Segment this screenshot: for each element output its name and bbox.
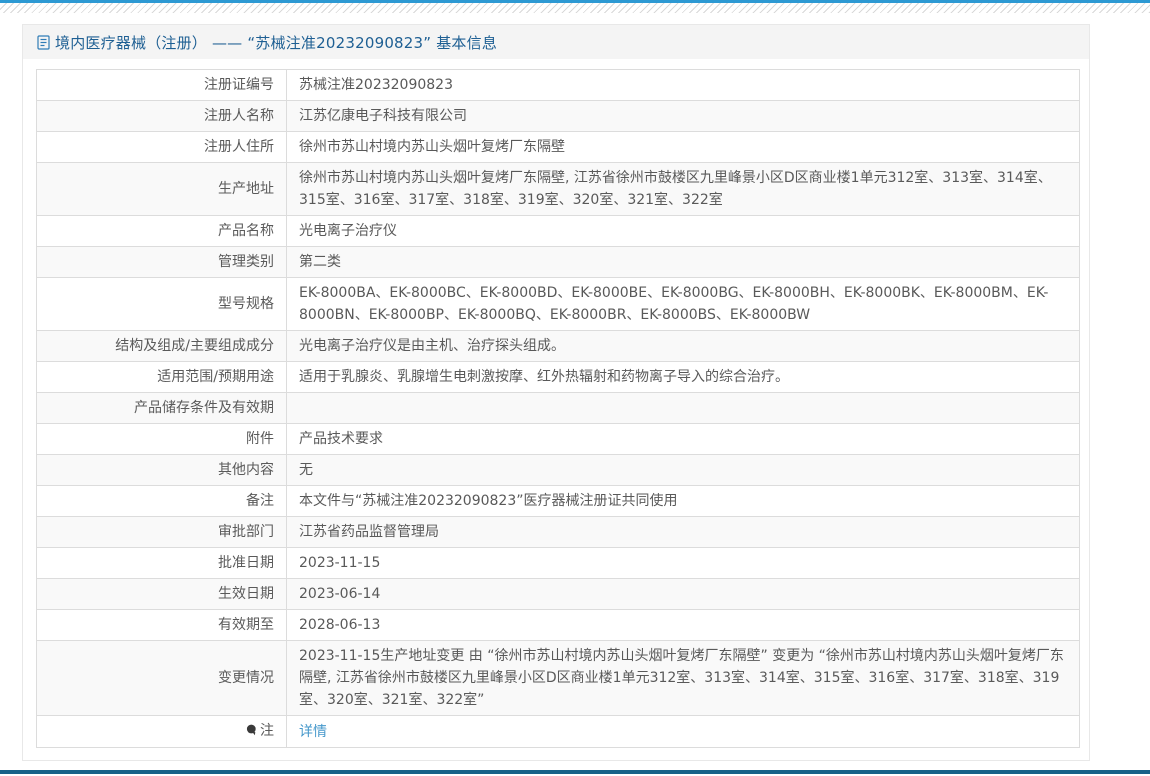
table-row: 产品名称光电离子治疗仪: [37, 216, 1080, 247]
row-label: 结构及组成/主要组成成分: [37, 331, 287, 362]
row-label: 注册证编号: [37, 70, 287, 101]
panel-body: 注册证编号苏械注准20232090823注册人名称江苏亿康电子科技有限公司注册人…: [23, 59, 1089, 760]
row-value: 无: [287, 455, 1080, 486]
table-row: 备注本文件与“苏械注准20232090823”医疗器械注册证共同使用: [37, 486, 1080, 517]
registration-info-panel: 境内医疗器械（注册） —— “苏械注准20232090823” 基本信息 注册证…: [22, 24, 1090, 761]
row-value: 产品技术要求: [287, 424, 1080, 455]
table-row: 适用范围/预期用途适用于乳腺炎、乳腺增生电刺激按摩、红外热辐射和药物离子导入的综…: [37, 362, 1080, 393]
row-value: 光电离子治疗仪是由主机、治疗探头组成。: [287, 331, 1080, 362]
row-label: 审批部门: [37, 517, 287, 548]
note-pin-icon: [246, 721, 257, 743]
row-label: 产品名称: [37, 216, 287, 247]
row-value: 第二类: [287, 247, 1080, 278]
row-label: 生效日期: [37, 579, 287, 610]
row-value: 苏械注准20232090823: [287, 70, 1080, 101]
row-label: 型号规格: [37, 278, 287, 331]
table-row: 附件产品技术要求: [37, 424, 1080, 455]
row-label: 其他内容: [37, 455, 287, 486]
table-row: 管理类别第二类: [37, 247, 1080, 278]
row-label: 注: [37, 716, 287, 748]
page-title: 境内医疗器械（注册） —— “苏械注准20232090823” 基本信息: [55, 32, 497, 53]
row-value: 江苏亿康电子科技有限公司: [287, 101, 1080, 132]
table-row: 审批部门江苏省药品监督管理局: [37, 517, 1080, 548]
table-row: 变更情况2023-11-15生产地址变更 由 “徐州市苏山村境内苏山头烟叶复烤厂…: [37, 641, 1080, 716]
row-label: 附件: [37, 424, 287, 455]
row-label: 管理类别: [37, 247, 287, 278]
row-value: 2023-11-15生产地址变更 由 “徐州市苏山村境内苏山头烟叶复烤厂东隔壁”…: [287, 641, 1080, 716]
row-value: 详情: [287, 716, 1080, 748]
table-row: 产品储存条件及有效期: [37, 393, 1080, 424]
table-row: 生产地址徐州市苏山村境内苏山头烟叶复烤厂东隔壁, 江苏省徐州市鼓楼区九里峰景小区…: [37, 163, 1080, 216]
row-label: 产品储存条件及有效期: [37, 393, 287, 424]
row-value: 徐州市苏山村境内苏山头烟叶复烤厂东隔壁: [287, 132, 1080, 163]
row-label: 备注: [37, 486, 287, 517]
row-label: 注册人住所: [37, 132, 287, 163]
row-value: 适用于乳腺炎、乳腺增生电刺激按摩、红外热辐射和药物离子导入的综合治疗。: [287, 362, 1080, 393]
panel-header: 境内医疗器械（注册） —— “苏械注准20232090823” 基本信息: [23, 25, 1089, 59]
row-label-text: 注: [260, 723, 274, 739]
row-value: 2023-06-14: [287, 579, 1080, 610]
footer-accent-line: [0, 770, 1150, 774]
row-value: 2023-11-15: [287, 548, 1080, 579]
table-row: 生效日期2023-06-14: [37, 579, 1080, 610]
row-label: 批准日期: [37, 548, 287, 579]
table-row: 注册证编号苏械注准20232090823: [37, 70, 1080, 101]
table-row: 其他内容无: [37, 455, 1080, 486]
table-row: 注册人住所徐州市苏山村境内苏山头烟叶复烤厂东隔壁: [37, 132, 1080, 163]
row-label: 变更情况: [37, 641, 287, 716]
document-icon: [37, 35, 50, 50]
row-label: 有效期至: [37, 610, 287, 641]
table-row: 注册人名称江苏亿康电子科技有限公司: [37, 101, 1080, 132]
hatch-pattern-strip: [0, 3, 1150, 13]
detail-link[interactable]: 详情: [299, 724, 327, 740]
row-value: 光电离子治疗仪: [287, 216, 1080, 247]
table-row: 注 详情: [37, 716, 1080, 748]
table-row: 有效期至2028-06-13: [37, 610, 1080, 641]
table-row: 结构及组成/主要组成成分光电离子治疗仪是由主机、治疗探头组成。: [37, 331, 1080, 362]
registration-table: 注册证编号苏械注准20232090823注册人名称江苏亿康电子科技有限公司注册人…: [36, 69, 1080, 748]
row-value: 2028-06-13: [287, 610, 1080, 641]
row-label: 适用范围/预期用途: [37, 362, 287, 393]
row-value: 本文件与“苏械注准20232090823”医疗器械注册证共同使用: [287, 486, 1080, 517]
table-row: 批准日期2023-11-15: [37, 548, 1080, 579]
row-label: 生产地址: [37, 163, 287, 216]
row-value: [287, 393, 1080, 424]
table-row: 型号规格EK-8000BA、EK-8000BC、EK-8000BD、EK-800…: [37, 278, 1080, 331]
row-value: 徐州市苏山村境内苏山头烟叶复烤厂东隔壁, 江苏省徐州市鼓楼区九里峰景小区D区商业…: [287, 163, 1080, 216]
row-label: 注册人名称: [37, 101, 287, 132]
row-value: EK-8000BA、EK-8000BC、EK-8000BD、EK-8000BE、…: [287, 278, 1080, 331]
row-value: 江苏省药品监督管理局: [287, 517, 1080, 548]
